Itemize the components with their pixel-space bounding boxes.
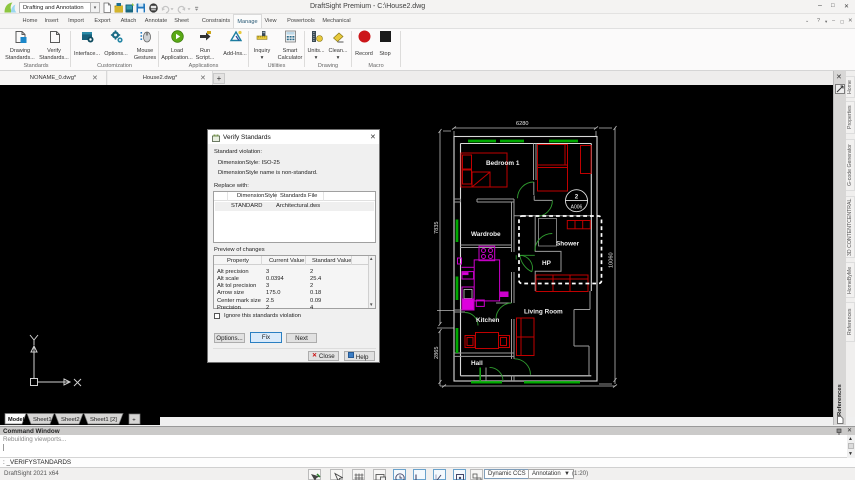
svg-text:Kitchen: Kitchen	[476, 317, 500, 324]
svg-text:HP: HP	[542, 260, 552, 267]
svg-text:A006: A006	[571, 205, 583, 211]
svg-text:Hall: Hall	[471, 360, 483, 367]
svg-text:Living Room: Living Room	[524, 309, 563, 316]
svg-text:Wardrobe: Wardrobe	[471, 231, 501, 238]
svg-text:Sheet2: Sheet2	[61, 417, 80, 423]
svg-text:Sheet1: Sheet1	[33, 417, 52, 423]
svg-text:Sheet1 [2]: Sheet1 [2]	[90, 417, 117, 423]
svg-text:6280: 6280	[516, 121, 528, 127]
svg-text:2865: 2865	[434, 347, 440, 359]
svg-text:Model: Model	[8, 417, 25, 423]
svg-text:Shower: Shower	[556, 241, 580, 248]
svg-text:7835: 7835	[434, 222, 440, 234]
svg-text:Bedroom 1: Bedroom 1	[486, 160, 520, 167]
svg-text:10060: 10060	[609, 252, 615, 268]
svg-text:2: 2	[575, 194, 579, 201]
svg-text:+: +	[132, 418, 136, 424]
